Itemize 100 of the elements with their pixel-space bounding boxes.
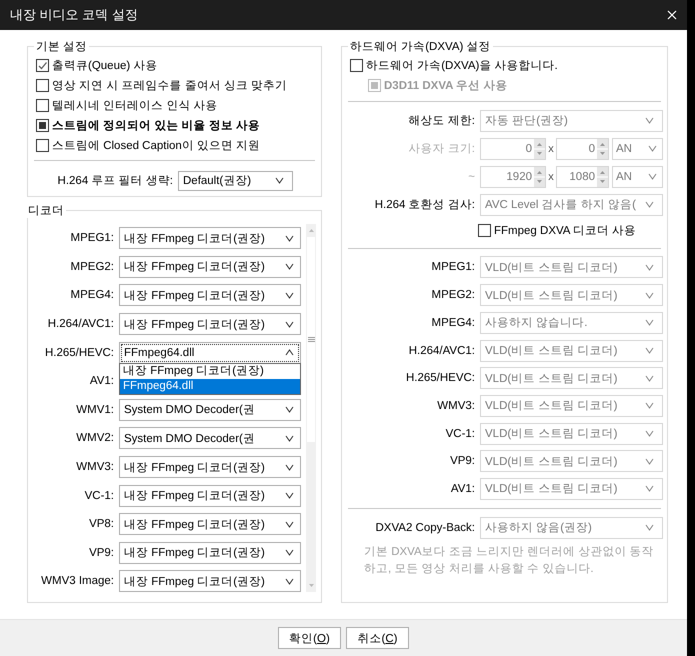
field-label: MPEG4: — [70, 289, 114, 302]
checkbox[interactable] — [350, 59, 363, 72]
chevron-up-icon — [285, 349, 294, 356]
checkbox-label[interactable]: FFmpeg DXVA 디코더 사용 — [494, 223, 636, 238]
scrollbar[interactable] — [306, 224, 316, 592]
field-label: WMV2: — [75, 432, 114, 444]
chevron-down-icon — [285, 520, 294, 528]
checkbox-label[interactable]: 스트림에 정의되어 있는 비율 정보 사용 — [52, 118, 260, 133]
chevron-down-icon — [285, 434, 294, 442]
dropdown[interactable]: 내장 FFmpeg 디코더(권장) — [119, 542, 301, 564]
chevron-down-icon — [285, 292, 294, 299]
field-label: VC-1: — [444, 428, 475, 440]
dropdown[interactable]: 내장 FFmpeg 디코더(권장) — [119, 256, 301, 278]
note-text: 기본 DXVA보다 조금 느리지만 렌더러에 상관없이 동작하고, 모든 영상 처리를 사용할 수 있습니다. — [363, 544, 655, 577]
checkbox[interactable] — [36, 79, 49, 92]
checkmark-icon — [37, 60, 48, 72]
field-label: MPEG2: — [430, 289, 475, 302]
checkbox-label[interactable]: 스트림에 Closed Caption이 있으면 지원 — [52, 138, 260, 153]
chevron-down-icon — [285, 234, 294, 242]
spin-arrows-icon — [597, 166, 608, 187]
chevron-down-icon — [645, 264, 654, 271]
field-label: H.264/AVC1: — [408, 344, 475, 356]
chevron-down-icon — [645, 524, 654, 532]
field-label: MPEG1: — [70, 232, 114, 244]
field-label: H.264 루프 필터 생략: — [56, 174, 173, 188]
dropdown[interactable]: 내장 FFmpeg 디코더(권장) — [119, 513, 301, 536]
scrollbar-thumb[interactable] — [307, 237, 315, 442]
chevron-down-icon — [645, 458, 654, 465]
chevron-down-icon — [645, 430, 654, 438]
close-icon — [667, 10, 677, 20]
chevron-down-icon — [645, 485, 654, 492]
chevron-down-icon — [645, 201, 654, 208]
group-title: 하드웨어 가속(DXVA) 설정 — [349, 40, 492, 54]
dropdown-option[interactable]: 내장 FFmpeg 디코더(권장) — [120, 364, 300, 380]
dropdown[interactable]: 내장 FFmpeg 디코더(권장) — [119, 570, 301, 592]
checkbox[interactable] — [36, 138, 49, 152]
dropdown[interactable]: Default(권장) — [178, 170, 293, 191]
field-label: VC-1: — [84, 490, 114, 502]
times-sign: x — [547, 142, 555, 155]
field-label: VP8: — [88, 518, 114, 530]
chevron-down-icon — [648, 145, 657, 152]
field-label: DXVA2 Copy-Back: — [374, 522, 475, 534]
field-label: WMV3: — [75, 461, 114, 474]
field-label: WMV3: — [436, 400, 475, 412]
field-label: VP9: — [449, 455, 475, 468]
field-label: H.265/HEVC: — [404, 372, 475, 384]
dialog-button[interactable]: 확인(O) — [278, 627, 341, 649]
checkbox[interactable] — [36, 98, 49, 112]
chevron-down-icon — [645, 319, 654, 326]
field-label: H.264 호환성 검사: — [374, 198, 475, 212]
field-label: WMV1: — [75, 404, 114, 416]
dropdown[interactable]: FFmpeg64.dll — [119, 342, 301, 364]
checkbox[interactable] — [36, 59, 49, 72]
checkbox-label[interactable]: 영상 지연 시 프레임수를 줄여서 싱크 맞추기 — [52, 78, 288, 94]
checkbox-label[interactable]: 출력큐(Queue) 사용 — [52, 58, 158, 74]
chevron-down-icon — [275, 177, 284, 184]
chevron-down-icon — [645, 347, 654, 354]
spin-arrows-icon — [534, 138, 545, 159]
chevron-down-icon — [645, 374, 654, 382]
checkbox[interactable] — [36, 118, 49, 132]
chevron-down-icon — [285, 320, 294, 328]
checkbox[interactable] — [478, 224, 491, 238]
group-title: 기본 설정 — [35, 40, 88, 54]
field-label: AV1: — [450, 482, 475, 495]
chevron-down-icon — [648, 173, 657, 180]
field-label: H.265/HEVC: — [44, 346, 114, 359]
chevron-down-icon — [285, 263, 294, 270]
group-title: 디코더 — [27, 204, 65, 218]
field-label: VP9: — [88, 546, 114, 559]
chevron-down-icon — [285, 549, 294, 556]
chevron-down-icon — [645, 402, 654, 410]
field-label: WMV3 Image: — [40, 575, 114, 588]
times-sign: x — [547, 170, 555, 183]
dropdown[interactable]: 내장 FFmpeg 디코더(권장) — [119, 313, 301, 336]
chevron-down-icon — [285, 578, 294, 585]
field-label: 사용자 크기: — [408, 142, 475, 156]
dropdown[interactable]: System DMO Decoder(권 — [119, 427, 301, 450]
checkbox-label[interactable]: 하드웨어 가속(DXVA)을 사용합니다. — [366, 58, 558, 74]
dropdown[interactable]: 내장 FFmpeg 디코더(권장) — [119, 456, 301, 478]
spin-arrows-icon — [534, 166, 545, 187]
dropdown[interactable]: 내장 FFmpeg 디코더(권장) — [119, 227, 301, 250]
chevron-down-icon — [645, 292, 654, 299]
chevron-down-icon — [285, 464, 294, 471]
checkbox-label[interactable]: 텔레시네 인터레이스 인식 사용 — [52, 98, 218, 113]
field-label: MPEG1: — [430, 261, 475, 274]
dropdown[interactable]: 내장 FFmpeg 디코더(권장) — [119, 484, 301, 507]
grip-icon — [308, 337, 314, 342]
window-title: 내장 비디오 코덱 설정 — [10, 6, 138, 24]
dropdown-option[interactable]: FFmpeg64.dll — [120, 379, 300, 394]
chevron-down-icon — [645, 117, 654, 124]
chevron-down-icon — [285, 492, 294, 500]
spin-arrows-icon — [597, 138, 608, 159]
field-label: MPEG2: — [70, 260, 114, 273]
field-label: H.264/AVC1: — [46, 318, 114, 330]
dialog-button[interactable]: 취소(C) — [346, 627, 409, 649]
dropdown[interactable]: 내장 FFmpeg 디코더(권장) — [119, 284, 301, 306]
chevron-down-icon — [285, 406, 294, 414]
field-label: 해상도 제한: — [408, 114, 475, 128]
field-label: AV1: — [88, 375, 114, 388]
dropdown[interactable]: System DMO Decoder(권 — [119, 398, 301, 421]
